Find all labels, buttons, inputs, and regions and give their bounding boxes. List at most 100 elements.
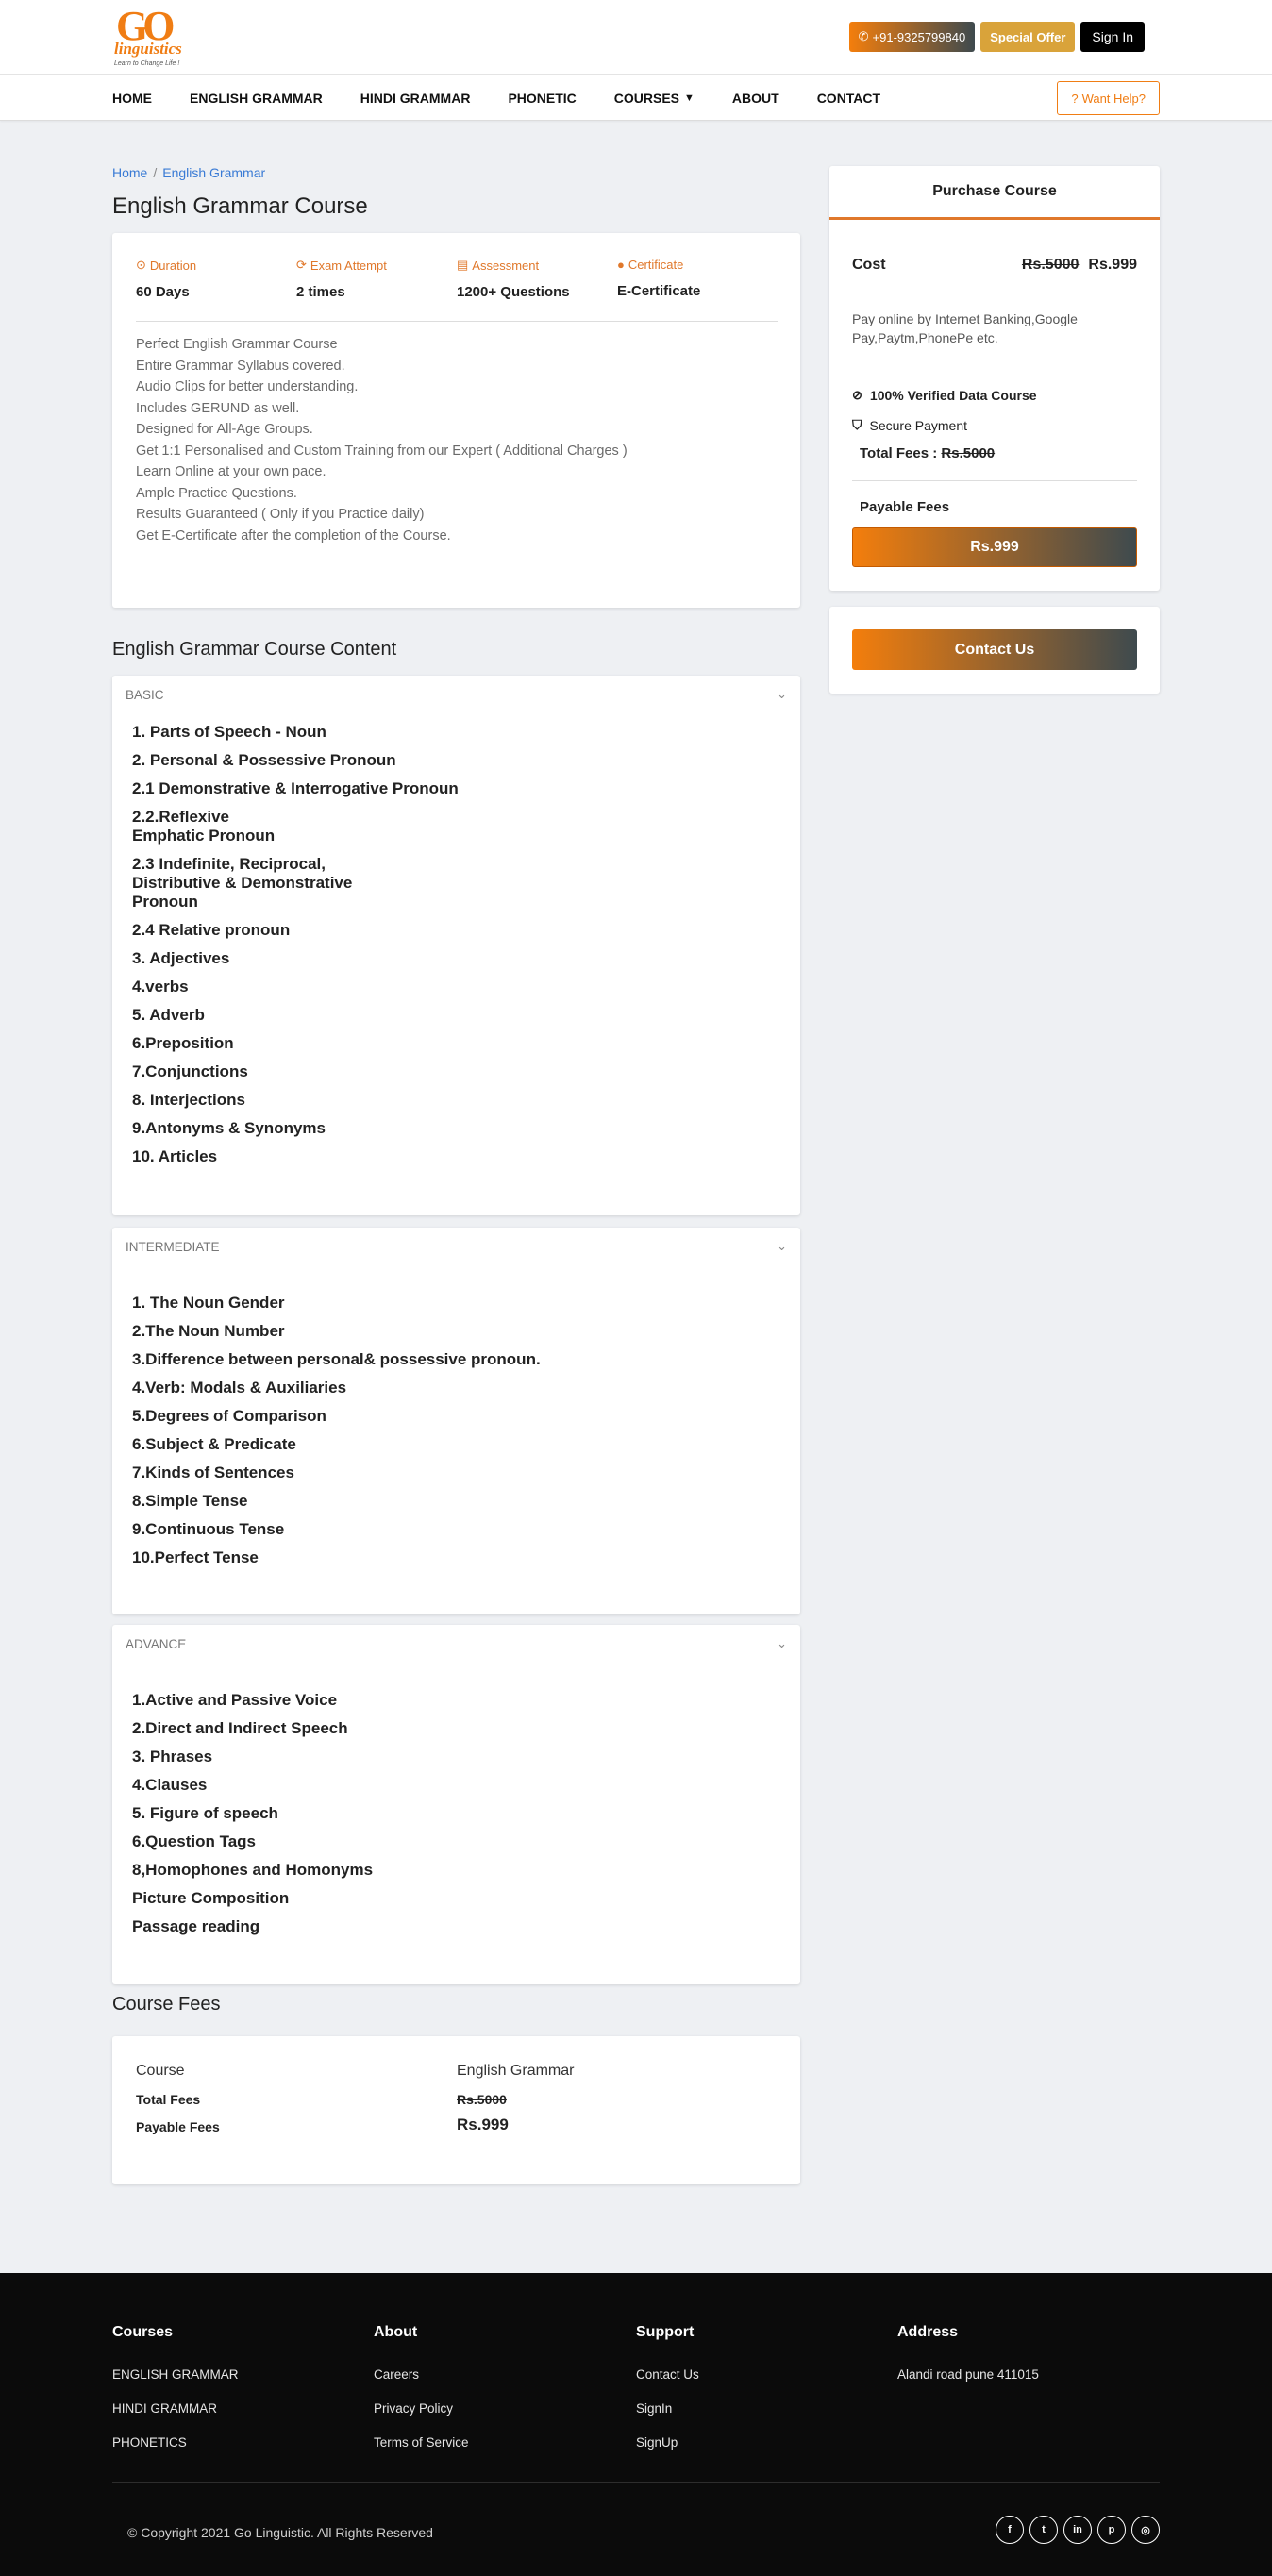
footer-link[interactable]: Contact Us — [636, 2367, 699, 2382]
course-stats: ⊙ Duration 60 Days ⟳ Exam Attempt 2 times … — [136, 258, 778, 322]
logo-text: linguistics — [114, 40, 182, 58]
list-item[interactable]: 1.Active and Passive Voice — [132, 1691, 800, 1710]
twitter-icon[interactable]: t — [1029, 2516, 1058, 2544]
list-item[interactable]: 6.Question Tags — [132, 1832, 800, 1851]
list-item[interactable]: 5. Adverb — [132, 1006, 800, 1025]
list-item[interactable]: 8. Interjections — [132, 1091, 800, 1110]
phone-button[interactable]: ✆ +91-9325799840 — [848, 22, 976, 52]
list-item[interactable]: 1. Parts of Speech - Noun — [132, 723, 800, 742]
stat-assessment: ▤ Assessment 1200+ Questions — [457, 258, 617, 300]
list-item[interactable]: 4.Clauses — [132, 1776, 800, 1795]
breadcrumb: Home / English Grammar — [112, 165, 800, 180]
list-item[interactable]: 2.4 Relative pronoun — [132, 921, 800, 940]
list-item[interactable]: 3. Adjectives — [132, 949, 800, 968]
stat-label: Certificate — [628, 258, 684, 272]
list-item[interactable]: 2.The Noun Number — [132, 1322, 800, 1341]
linkedin-icon[interactable]: in — [1063, 2516, 1092, 2544]
fee-payable-label: Payable Fees — [136, 2119, 220, 2134]
special-offer-button[interactable]: Special Offer — [980, 22, 1076, 52]
main-nav: HOME ENGLISH GRAMMAR HINDI GRAMMAR PHONE… — [0, 75, 1272, 121]
sidebar: Purchase Course Cost Rs.5000 Rs.999 Pay … — [829, 121, 1160, 694]
question-icon: ? — [1071, 91, 1079, 106]
list-item[interactable]: 4.Verb: Modals & Auxiliaries — [132, 1379, 800, 1397]
secure-payment: ⛉ Secure Payment — [852, 417, 967, 433]
sign-in-button[interactable]: Sign In — [1080, 22, 1145, 52]
accordion-body: 1. Parts of Speech - Noun 2. Personal & … — [112, 713, 800, 1166]
instagram-icon[interactable]: ◎ — [1131, 2516, 1160, 2544]
list-item[interactable]: 7.Kinds of Sentences — [132, 1464, 800, 1482]
footer-link[interactable]: Terms of Service — [374, 2435, 469, 2450]
list-item[interactable]: 4.verbs — [132, 978, 800, 996]
list-item[interactable]: 8.Simple Tense — [132, 1492, 800, 1511]
list-item[interactable]: 6.Preposition — [132, 1034, 800, 1053]
accordion-header[interactable]: BASIC ⌄ — [112, 676, 800, 713]
chevron-down-icon: ⌄ — [777, 1636, 787, 1650]
footer-link[interactable]: Careers — [374, 2367, 469, 2382]
nav-hindi-grammar[interactable]: HINDI GRAMMAR — [360, 91, 471, 106]
footer-heading: Courses — [112, 2324, 174, 2340]
address-text: Alandi road pune 411015 — [897, 2367, 1039, 2382]
total-fees-label: Total Fees : — [860, 445, 938, 461]
list-item[interactable]: 3.Difference between personal& possessiv… — [132, 1350, 800, 1369]
list-item[interactable]: 5.Degrees of Comparison — [132, 1407, 800, 1426]
nav-about[interactable]: ABOUT — [732, 91, 779, 106]
footer-link[interactable]: Privacy Policy — [374, 2401, 469, 2416]
footer-link[interactable]: HINDI GRAMMAR — [112, 2401, 239, 2416]
circle-icon: ● — [617, 258, 625, 272]
footer-link[interactable]: ENGLISH GRAMMAR — [112, 2367, 239, 2382]
footer-link[interactable]: PHONETICS — [112, 2435, 239, 2450]
fee-payable-value: Rs.999 — [457, 2116, 509, 2133]
brand-logo[interactable]: GO linguistics Learn to Change Life ! — [112, 2, 207, 72]
list-item: Entire Grammar Syllabus covered. — [136, 358, 345, 374]
footer-heading: Support — [636, 2324, 695, 2340]
nav-home[interactable]: HOME — [112, 91, 152, 106]
want-help-button[interactable]: ? Want Help? — [1057, 81, 1160, 115]
phone-icon: ✆ — [858, 29, 869, 43]
accordion-title: INTERMEDIATE — [126, 1239, 220, 1254]
stat-certificate: ● Certificate E-Certificate — [617, 258, 778, 300]
list-item[interactable]: 10. Articles — [132, 1147, 800, 1166]
list-item[interactable]: 8,Homophones and Homonyms — [132, 1861, 800, 1880]
list-item[interactable]: Picture Composition — [132, 1889, 800, 1908]
list-item[interactable]: 3. Phrases — [132, 1748, 800, 1766]
list-item[interactable]: 9.Continuous Tense — [132, 1520, 800, 1539]
footer: Courses ENGLISH GRAMMAR HINDI GRAMMAR PH… — [0, 2273, 1272, 2576]
verified-label: 100% Verified Data Course — [869, 388, 1037, 403]
nav-courses[interactable]: COURSES ▼ — [614, 91, 695, 106]
accordion-header[interactable]: ADVANCE ⌄ — [112, 1625, 800, 1663]
nav-contact[interactable]: CONTACT — [817, 91, 880, 106]
pinterest-icon[interactable]: p — [1097, 2516, 1126, 2544]
footer-link[interactable]: SignIn — [636, 2401, 699, 2416]
list-item[interactable]: 7.Conjunctions — [132, 1062, 800, 1081]
list-item[interactable]: 2. Personal & Possessive Pronoun — [132, 751, 800, 770]
list-item[interactable]: 2.2.Reflexive Emphatic Pronoun — [132, 808, 283, 845]
list-item: Ample Practice Questions. — [136, 485, 297, 501]
nav-english-grammar[interactable]: ENGLISH GRAMMAR — [190, 91, 323, 106]
list-item[interactable]: 5. Figure of speech — [132, 1804, 800, 1823]
nav-phonetic[interactable]: PHONETIC — [508, 91, 576, 106]
list-item[interactable]: Passage reading — [132, 1917, 800, 1936]
list-item[interactable]: 1. The Noun Gender — [132, 1294, 800, 1313]
total-fees-value: Rs.5000 — [941, 445, 996, 461]
list-item[interactable]: 10.Perfect Tense — [132, 1548, 800, 1567]
contact-us-button[interactable]: Contact Us — [852, 629, 1137, 670]
phone-number: +91-9325799840 — [872, 29, 966, 44]
footer-address: Address Alandi road pune 411015 — [897, 2324, 1039, 2401]
list-item[interactable]: 9.Antonyms & Synonyms — [132, 1119, 800, 1138]
facebook-icon[interactable]: f — [996, 2516, 1024, 2544]
list-item[interactable]: 2.1 Demonstrative & Interrogative Pronou… — [132, 779, 800, 798]
accordion-header[interactable]: INTERMEDIATE ⌄ — [112, 1228, 800, 1265]
pay-button[interactable]: Rs.999 — [852, 527, 1137, 567]
list-item: Audio Clips for better understanding. — [136, 379, 359, 394]
list-item[interactable]: 2.Direct and Indirect Speech — [132, 1719, 800, 1738]
list-item[interactable]: 6.Subject & Predicate — [132, 1435, 800, 1454]
list-item[interactable]: 2.3 Indefinite, Reciprocal, Distributive… — [132, 855, 368, 912]
payable-fees-label: Payable Fees — [860, 499, 950, 515]
breadcrumb-current[interactable]: English Grammar — [162, 165, 265, 180]
footer-link[interactable]: SignUp — [636, 2435, 699, 2450]
accordion-title: BASIC — [126, 687, 164, 702]
footer-divider — [112, 2482, 1160, 2483]
breadcrumb-home[interactable]: Home — [112, 165, 147, 180]
purchase-title: Purchase Course — [829, 166, 1160, 220]
total-fees: Total Fees : Rs.5000 — [860, 445, 995, 461]
